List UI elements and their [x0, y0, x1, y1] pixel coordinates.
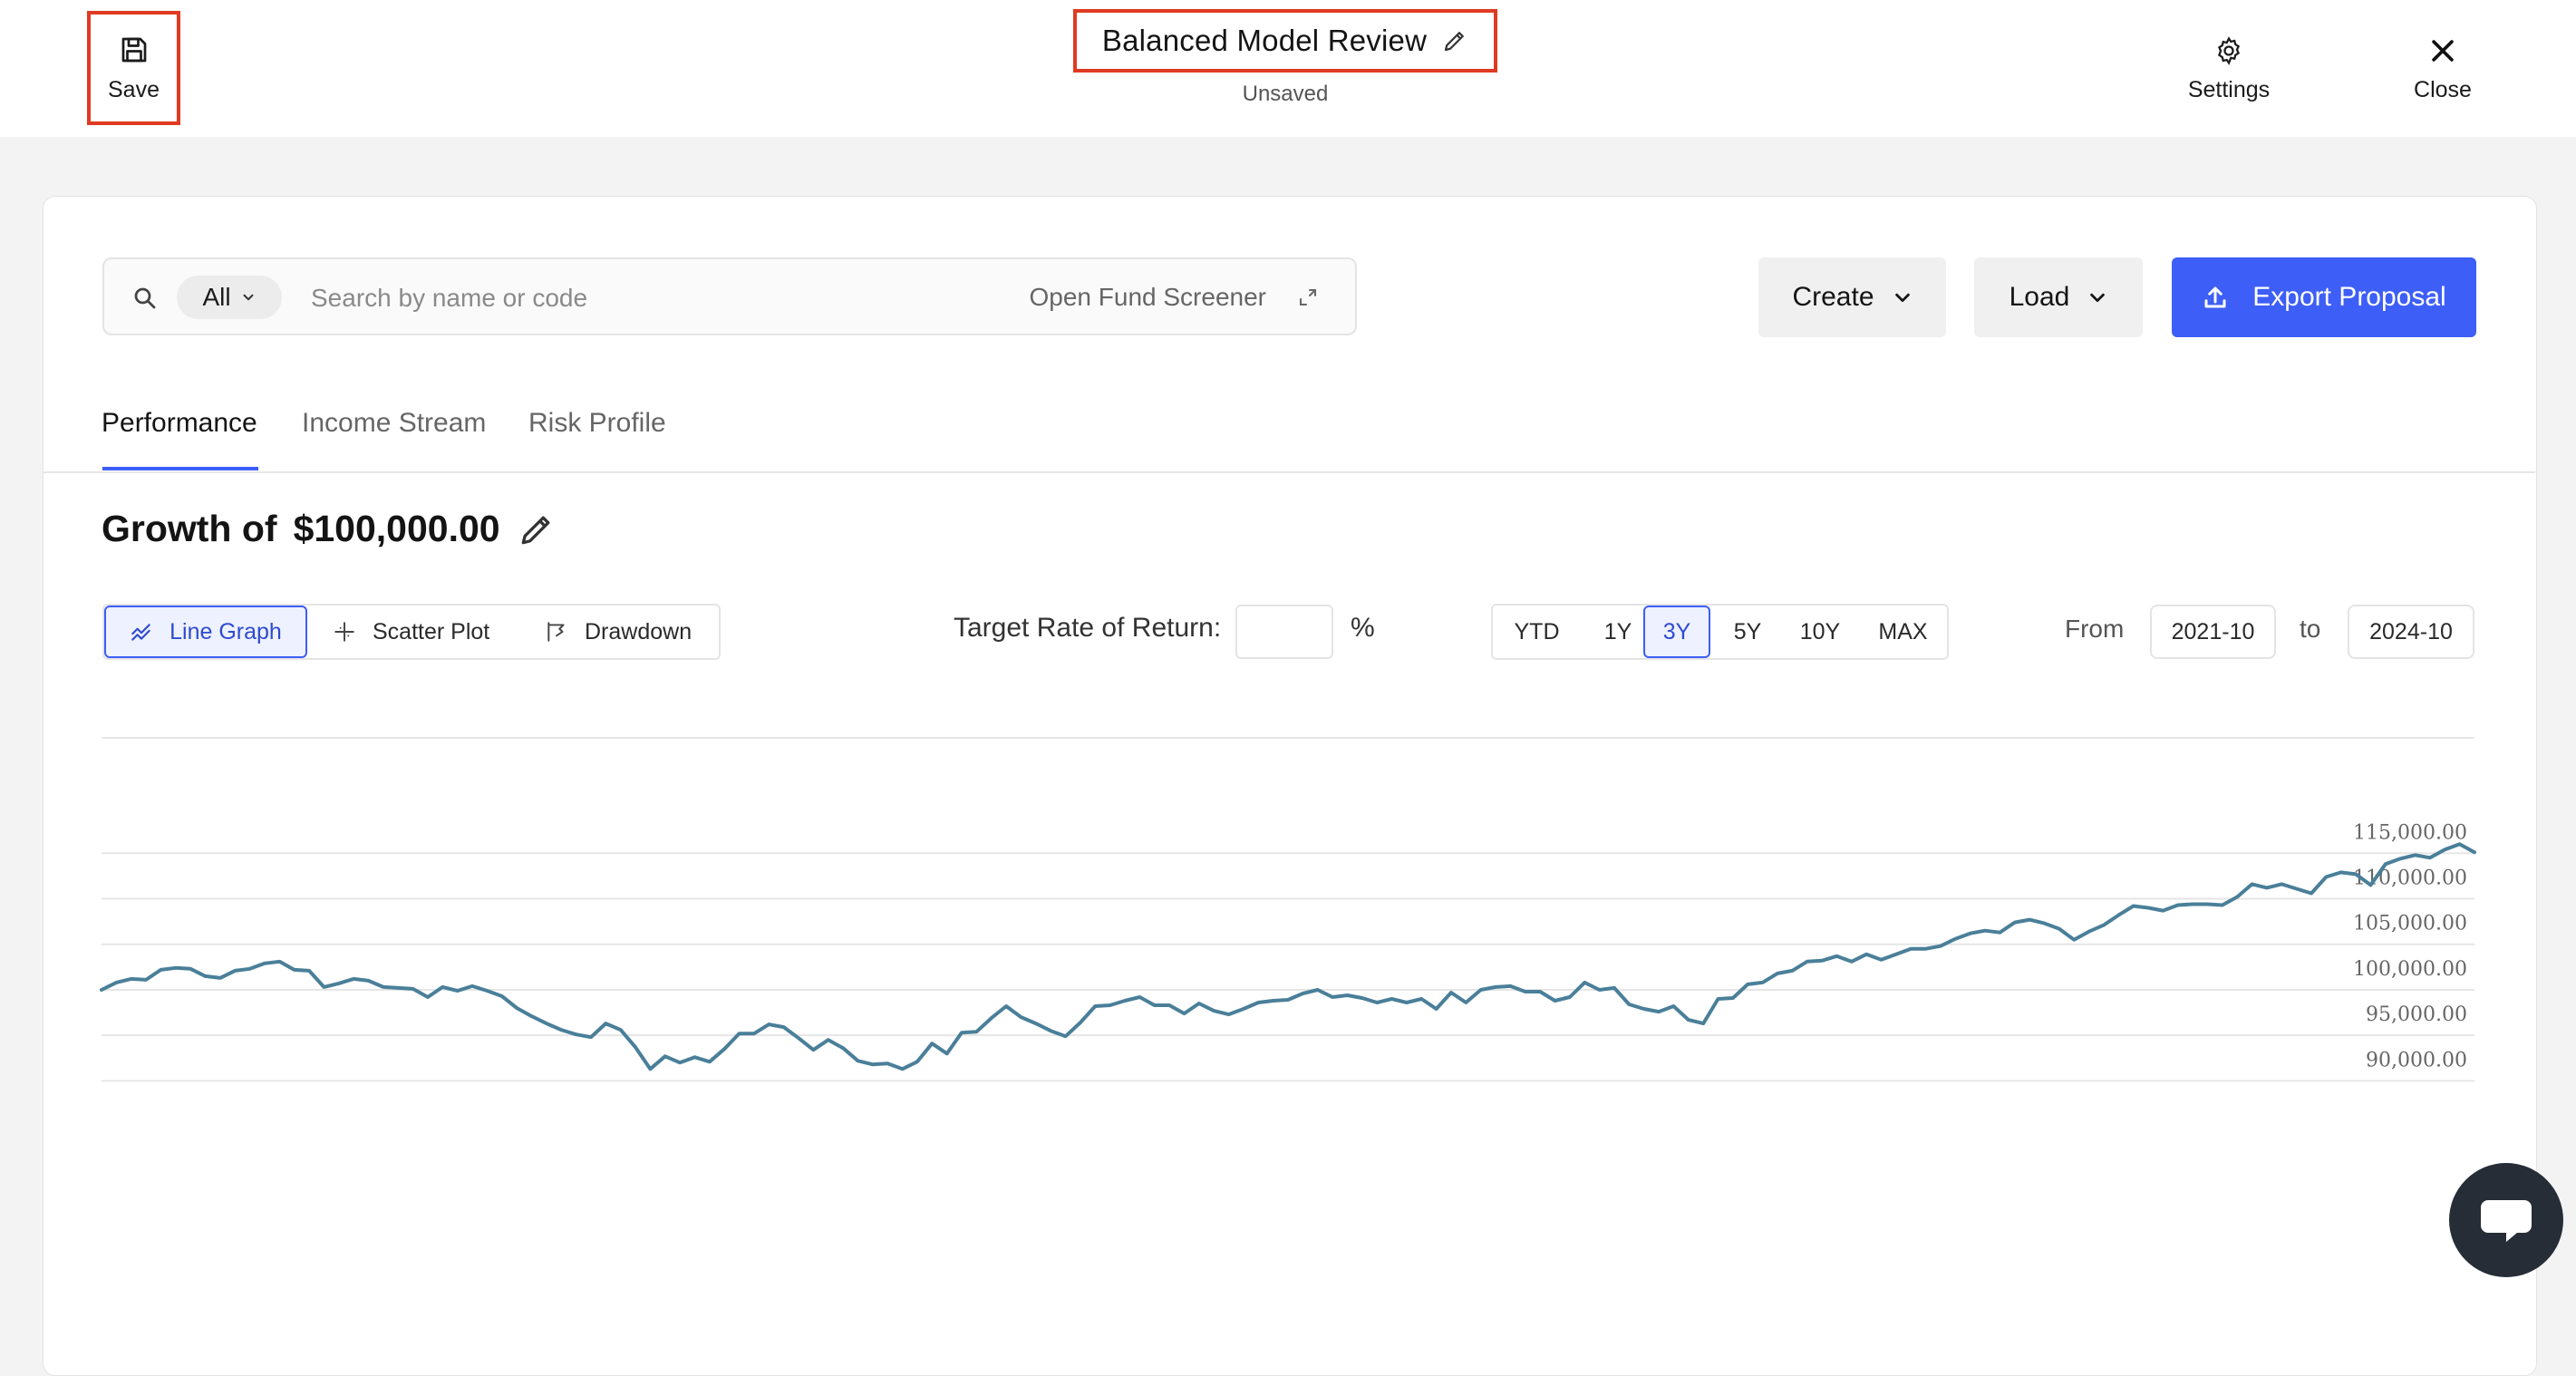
period-selector: YTD 1Y 3Y 5Y 10Y MAX — [1491, 604, 1949, 660]
line-graph-icon — [130, 620, 153, 644]
chat-bubble-icon — [2477, 1195, 2535, 1245]
close-button[interactable]: Close — [2402, 24, 2484, 114]
document-title[interactable]: Balanced Model Review — [1073, 9, 1497, 73]
load-dropdown-button[interactable]: Load — [1974, 257, 2143, 337]
period-ytd[interactable]: YTD — [1493, 606, 1581, 658]
tabs-divider — [44, 471, 2535, 473]
save-icon — [118, 34, 150, 66]
save-label: Save — [108, 76, 160, 102]
create-dropdown-button[interactable]: Create — [1758, 257, 1946, 337]
line-graph-label: Line Graph — [169, 618, 282, 644]
active-tab-indicator — [102, 467, 258, 470]
chevron-down-icon — [240, 289, 257, 305]
target-rate-input[interactable] — [1235, 605, 1333, 659]
expand-icon — [1297, 286, 1319, 308]
gear-icon — [2213, 35, 2244, 66]
from-label: From — [2065, 615, 2125, 643]
edit-title-pencil-icon[interactable] — [1441, 27, 1468, 54]
scatter-plot-icon — [333, 620, 356, 644]
growth-amount: $100,000.00 — [293, 508, 500, 549]
date-from-input[interactable]: 2021-10 — [2150, 605, 2276, 659]
create-label: Create — [1792, 282, 1874, 312]
period-max[interactable]: MAX — [1859, 606, 1947, 658]
search-filter-value: All — [202, 283, 231, 311]
edit-amount-pencil-icon[interactable] — [517, 509, 557, 549]
save-button[interactable]: Save — [87, 11, 180, 125]
save-status: Unsaved — [1242, 82, 1329, 106]
tab-income-stream[interactable]: Income Stream — [302, 408, 486, 471]
proposal-card — [43, 196, 2537, 1376]
close-icon — [2427, 35, 2458, 66]
drawdown-label: Drawdown — [585, 618, 692, 644]
search-bar: All Open Fund Screener — [102, 257, 1357, 335]
to-label: to — [2300, 615, 2321, 643]
period-5y[interactable]: 5Y — [1710, 606, 1785, 658]
growth-prefix: Growth of — [102, 508, 277, 549]
search-input[interactable] — [309, 276, 1002, 321]
scatter-plot-label: Scatter Plot — [373, 618, 490, 644]
tab-risk-profile[interactable]: Risk Profile — [528, 408, 666, 471]
period-10y[interactable]: 10Y — [1781, 606, 1859, 658]
tab-performance[interactable]: Performance — [102, 408, 257, 471]
target-rate-label: Target Rate of Return: — [954, 613, 1222, 643]
search-icon — [131, 285, 159, 312]
load-label: Load — [2009, 282, 2070, 312]
growth-heading: Growth of $100,000.00 — [102, 508, 557, 550]
chart-view-toggle: Line Graph Scatter Plot Drawdown — [102, 604, 721, 660]
export-proposal-button[interactable]: Export Proposal — [2172, 257, 2476, 337]
scatter-plot-option[interactable]: Scatter Plot — [333, 606, 489, 658]
line-graph-option[interactable]: Line Graph — [104, 606, 307, 658]
upload-icon — [2202, 284, 2229, 311]
document-title-text: Balanced Model Review — [1101, 24, 1428, 57]
close-label: Close — [2414, 76, 2472, 102]
export-proposal-label: Export Proposal — [2252, 282, 2446, 312]
drawdown-icon — [545, 620, 568, 644]
chat-button[interactable] — [2449, 1163, 2563, 1277]
period-3y[interactable]: 3Y — [1643, 606, 1710, 658]
date-to-input[interactable]: 2024-10 — [2348, 605, 2474, 659]
open-fund-screener-link[interactable]: Open Fund Screener — [1030, 276, 1320, 319]
settings-button[interactable]: Settings — [2179, 24, 2279, 114]
chevron-down-icon — [2087, 287, 2107, 307]
search-filter-dropdown[interactable]: All — [177, 276, 282, 319]
chevron-down-icon — [1893, 287, 1913, 307]
settings-label: Settings — [2187, 76, 2271, 102]
target-rate-unit: % — [1351, 613, 1375, 643]
open-fund-screener-label: Open Fund Screener — [1029, 283, 1267, 311]
drawdown-option[interactable]: Drawdown — [545, 606, 692, 658]
